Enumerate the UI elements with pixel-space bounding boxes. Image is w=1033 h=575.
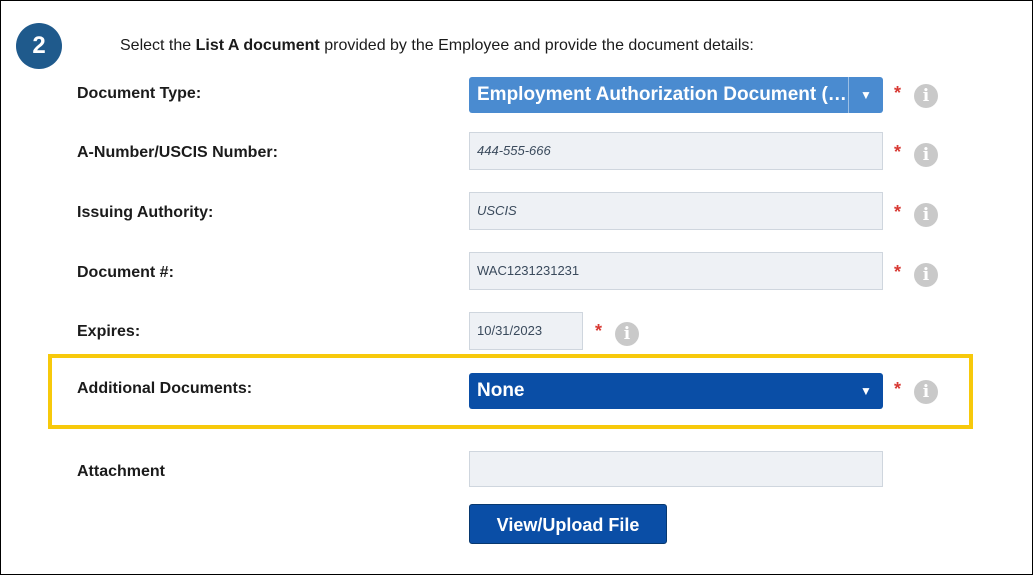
required-asterisk: * xyxy=(894,379,902,399)
document-type-label: Document Type: xyxy=(77,85,202,102)
expires-label: Expires: xyxy=(77,323,141,340)
document-type-value: Employment Authorization Document (Form … xyxy=(477,84,849,105)
info-circle-icon[interactable]: i xyxy=(914,143,938,167)
a-number-input[interactable]: 444-555-666 xyxy=(469,132,883,170)
document-type-select[interactable]: Employment Authorization Document (Form … xyxy=(469,77,883,113)
a-number-label: A-Number/USCIS Number: xyxy=(77,144,278,161)
view-upload-file-button[interactable]: View/Upload File xyxy=(469,504,667,544)
form-panel: 2 Select the List A document provided by… xyxy=(0,0,1033,575)
issuing-authority-input[interactable]: USCIS xyxy=(469,192,883,230)
additional-documents-label: Additional Documents: xyxy=(77,380,253,397)
attachment-input[interactable] xyxy=(469,451,883,487)
document-number-input[interactable]: WAC1231231231 xyxy=(469,252,883,290)
info-circle-icon[interactable]: i xyxy=(914,84,938,108)
step-instruction: Select the List A document provided by t… xyxy=(120,37,754,55)
attachment-label: Attachment xyxy=(77,463,166,480)
required-asterisk: * xyxy=(894,83,902,103)
required-asterisk: * xyxy=(894,142,902,162)
info-circle-icon[interactable]: i xyxy=(615,322,639,346)
required-asterisk: * xyxy=(595,321,603,341)
chevron-down-icon: ▼ xyxy=(860,384,872,398)
instruction-bold: List A document xyxy=(195,37,320,54)
chevron-down-icon: ▼ xyxy=(848,77,883,113)
instruction-prefix: Select the xyxy=(120,37,196,54)
required-asterisk: * xyxy=(894,262,902,282)
info-circle-icon[interactable]: i xyxy=(914,203,938,227)
issuing-authority-label: Issuing Authority: xyxy=(77,204,214,221)
info-circle-icon[interactable]: i xyxy=(914,380,938,404)
step-number-badge: 2 xyxy=(16,23,62,69)
instruction-suffix: provided by the Employee and provide the… xyxy=(319,37,754,54)
additional-documents-value: None xyxy=(477,380,525,401)
additional-documents-select[interactable]: None ▼ xyxy=(469,373,883,409)
expires-date-input[interactable]: 10/31/2023 xyxy=(469,312,583,350)
required-asterisk: * xyxy=(894,202,902,222)
document-number-label: Document #: xyxy=(77,264,174,281)
info-circle-icon[interactable]: i xyxy=(914,263,938,287)
